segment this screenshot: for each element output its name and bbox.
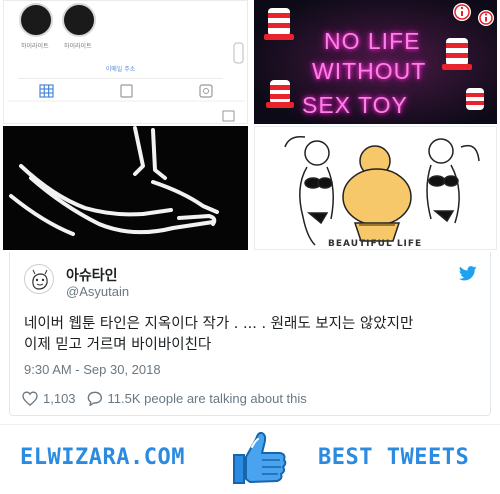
tv-icon (120, 84, 133, 98)
striped-hat-icon (266, 80, 294, 108)
striped-hat-icon (264, 8, 294, 40)
thumbs-up-icon (233, 431, 287, 484)
tweet-card: 아슈타인 @Asyutain 네이버 웹툰 타인은 지옥이다 작가 . ... … (9, 252, 491, 416)
tweet-body: 네이버 웹툰 타인은 지옥이다 작가 . ... . 원래도 보지는 않았지만 … (24, 314, 484, 356)
striped-hat-icon (466, 88, 484, 110)
image-hand-drawing[interactable] (3, 126, 248, 250)
tag-icon (199, 84, 213, 98)
tweet-actions: 1,103 11.5K people are talking about thi… (22, 389, 307, 407)
like-count: 1,103 (43, 390, 76, 406)
user-handle[interactable]: @Asyutain (66, 284, 129, 299)
user-avatar[interactable] (24, 264, 54, 294)
profile-tab-icons (8, 42, 245, 122)
banner-tagline: BEST TWEETS (318, 445, 470, 470)
info-badge-icon (453, 3, 471, 21)
heart-icon (22, 390, 38, 406)
neon-text-line: WITHOUT (312, 58, 427, 84)
speech-bubble-icon (87, 391, 102, 406)
neon-text-line: NO LIFE (324, 28, 421, 54)
tweet-timestamp[interactable]: 9:30 AM - Sep 30, 2018 (24, 362, 161, 377)
hand-gesture-illustration (9, 126, 219, 236)
talking-count: 11.5K people are talking about this (107, 390, 307, 406)
tweet-image-grid: 하이라이트 하이라이트 이메일 주소 NO LIFE WITHOUT SEX T… (0, 0, 500, 252)
avatar-doodle-icon (32, 269, 48, 290)
site-name[interactable]: ELWIZARA.COM (20, 445, 185, 470)
image-neon-sign[interactable]: NO LIFE WITHOUT SEX TOY (254, 0, 497, 124)
like-button[interactable]: 1,103 (22, 391, 76, 406)
conversation-link[interactable]: 11.5K people are talking about this (86, 391, 307, 406)
tweet-text-line: 이제 믿고 거르며 바이바이친다 (24, 337, 212, 353)
image-beach-cartoon[interactable]: BEAUTIFUL LIFE (254, 126, 497, 250)
site-banner: ELWIZARA.COM BEST TWEETS (0, 424, 500, 494)
striped-hat-icon (442, 38, 472, 70)
display-name[interactable]: 아슈타인 (66, 265, 118, 285)
cartoon-caption: BEAUTIFUL LIFE (328, 239, 423, 249)
info-badge-icon (478, 10, 494, 26)
cartoon-illustration (284, 135, 480, 246)
tweet-text-line: 네이버 웹툰 타인은 지옥이다 작가 . ... . 원래도 보지는 않았지만 (24, 316, 414, 332)
image-profile-screenshot[interactable]: 하이라이트 하이라이트 이메일 주소 (3, 0, 248, 124)
neon-text-line: SEX TOY (302, 92, 408, 118)
twitter-bird-icon[interactable] (459, 266, 477, 281)
grid-icon (39, 84, 54, 98)
